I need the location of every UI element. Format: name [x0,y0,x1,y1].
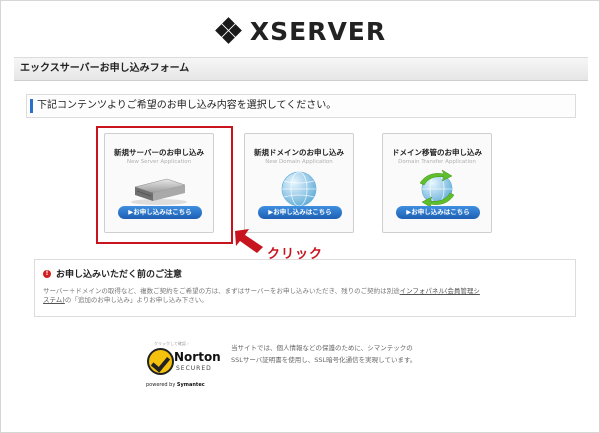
form-title: エックスサーバーお申し込みフォーム [14,57,588,81]
powered-by-text: powered by [146,382,176,388]
ssl-description: 当サイトでは、個人情報などの保護のために、シマンテックの SSLサーバ証明書を使… [231,342,491,367]
card-title: ドメイン移管のお申し込み [392,148,482,157]
notice-title-text: お申し込みいただく前のご注意 [56,270,183,280]
card-domain-transfer[interactable]: ドメイン移管のお申し込み Domain Transfer Application… [382,133,492,233]
infopanel-link[interactable]: インフォパネル(会員管理シ [400,287,480,295]
xserver-logo-icon [214,17,242,44]
instruction-text: 下記コンテンツよりご希望のお申し込み内容を選択してください。 [26,94,576,118]
card-new-domain[interactable]: 新規ドメインのお申し込み New Domain Application ▶お申し… [244,133,354,233]
globe-transfer-icon [383,169,491,209]
click-highlight-box [96,126,233,244]
notice-title: ! お申し込みいただく前のご注意 [43,267,567,280]
apply-button-domain[interactable]: ▶お申し込みはこちら [258,206,342,219]
notice-body-text-2: の「追加のお申し込み」よりお申し込み下さい。 [64,296,208,305]
norton-name: Norton [174,350,221,364]
vendor-text: Symantec [176,382,205,388]
warning-icon: ! [43,269,51,278]
card-subtitle: New Domain Application [265,159,333,165]
infopanel-link-cont[interactable]: ステム) [43,296,65,304]
globe-icon [245,169,353,209]
ssl-line-2: SSLサーバ証明書を使用し、SSL暗号化通信を実現しています。 [231,356,417,365]
card-title: 新規ドメインのお申し込み [254,148,344,157]
norton-seal[interactable]: クリックして確認 › Norton SECURED powered by Sym… [142,341,222,393]
ssl-line-1: 当サイトでは、個人情報などの保護のために、シマンテックの [231,344,413,352]
norton-secured: SECURED [176,365,212,372]
notice-body: サーバー＋ドメインの取得など、複数ご契約をご希望の方は、まずはサーバーをお申し込… [43,287,567,306]
logo-text: XSERVER [249,16,387,46]
norton-check-icon [147,348,174,375]
apply-button-transfer[interactable]: ▶お申し込みはこちら [396,206,480,219]
card-subtitle: Domain Transfer Application [398,159,476,165]
notice-body-text: サーバー＋ドメインの取得など、複数ご契約をご希望の方は、まずはサーバーをお申し込… [43,287,400,295]
notice-box: ! お申し込みいただく前のご注意 サーバー＋ドメインの取得など、複数ご契約をご希… [34,259,576,317]
norton-powered-by: powered by Symantec [146,382,205,388]
click-arrow-icon [235,229,263,253]
norton-top-text: クリックして確認 › [154,341,189,346]
page-frame: XSERVER エックスサーバーお申し込みフォーム 下記コンテンツよりご希望のお… [0,0,600,433]
xserver-logo[interactable]: XSERVER [1,15,600,47]
